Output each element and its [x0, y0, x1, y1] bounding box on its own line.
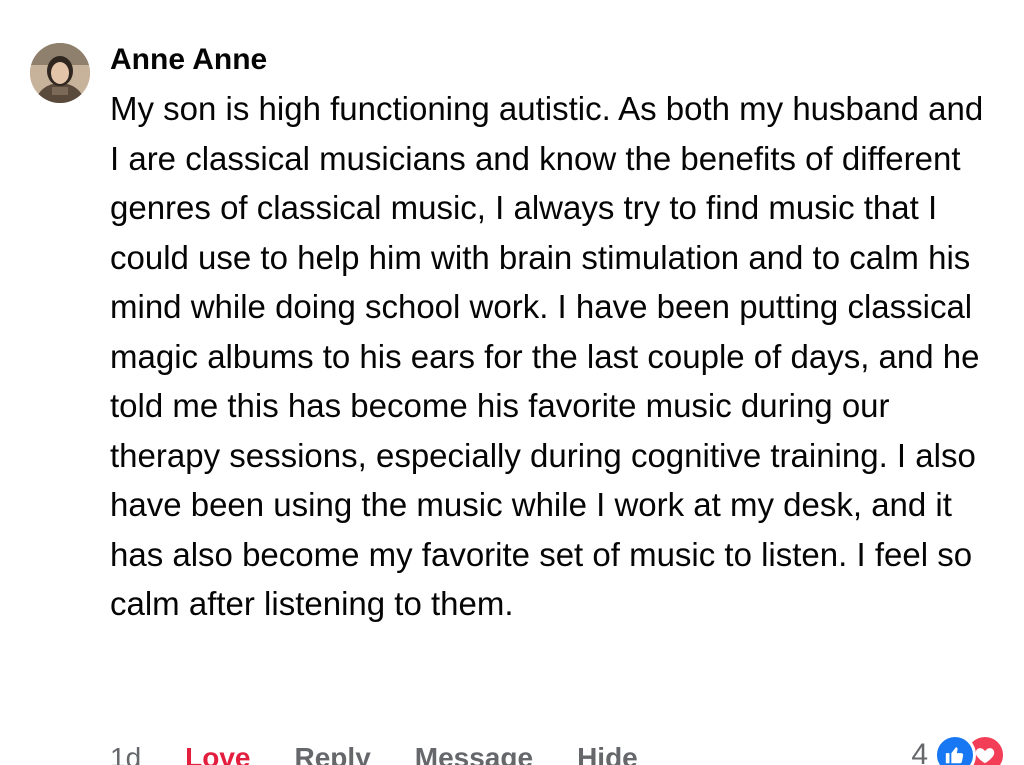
- comment-timestamp[interactable]: 1d: [110, 742, 141, 765]
- message-button[interactable]: Message: [415, 742, 533, 765]
- comment-actions: 1d Love Reply Message Hide: [110, 738, 682, 765]
- comment-text: My son is high functioning autistic. As …: [110, 90, 984, 622]
- reaction-summary[interactable]: 4: [911, 733, 1006, 765]
- reply-button[interactable]: Reply: [295, 742, 371, 765]
- avatar[interactable]: [30, 43, 90, 103]
- comment-content: Anne Anne My son is high functioning aut…: [110, 40, 1000, 629]
- comment: Anne Anne My son is high functioning aut…: [0, 0, 1024, 765]
- love-button[interactable]: Love: [185, 742, 250, 765]
- hide-button[interactable]: Hide: [577, 742, 638, 765]
- comment-author[interactable]: Anne Anne: [110, 40, 1000, 80]
- avatar-photo: [30, 43, 90, 103]
- reaction-count: 4: [911, 738, 928, 765]
